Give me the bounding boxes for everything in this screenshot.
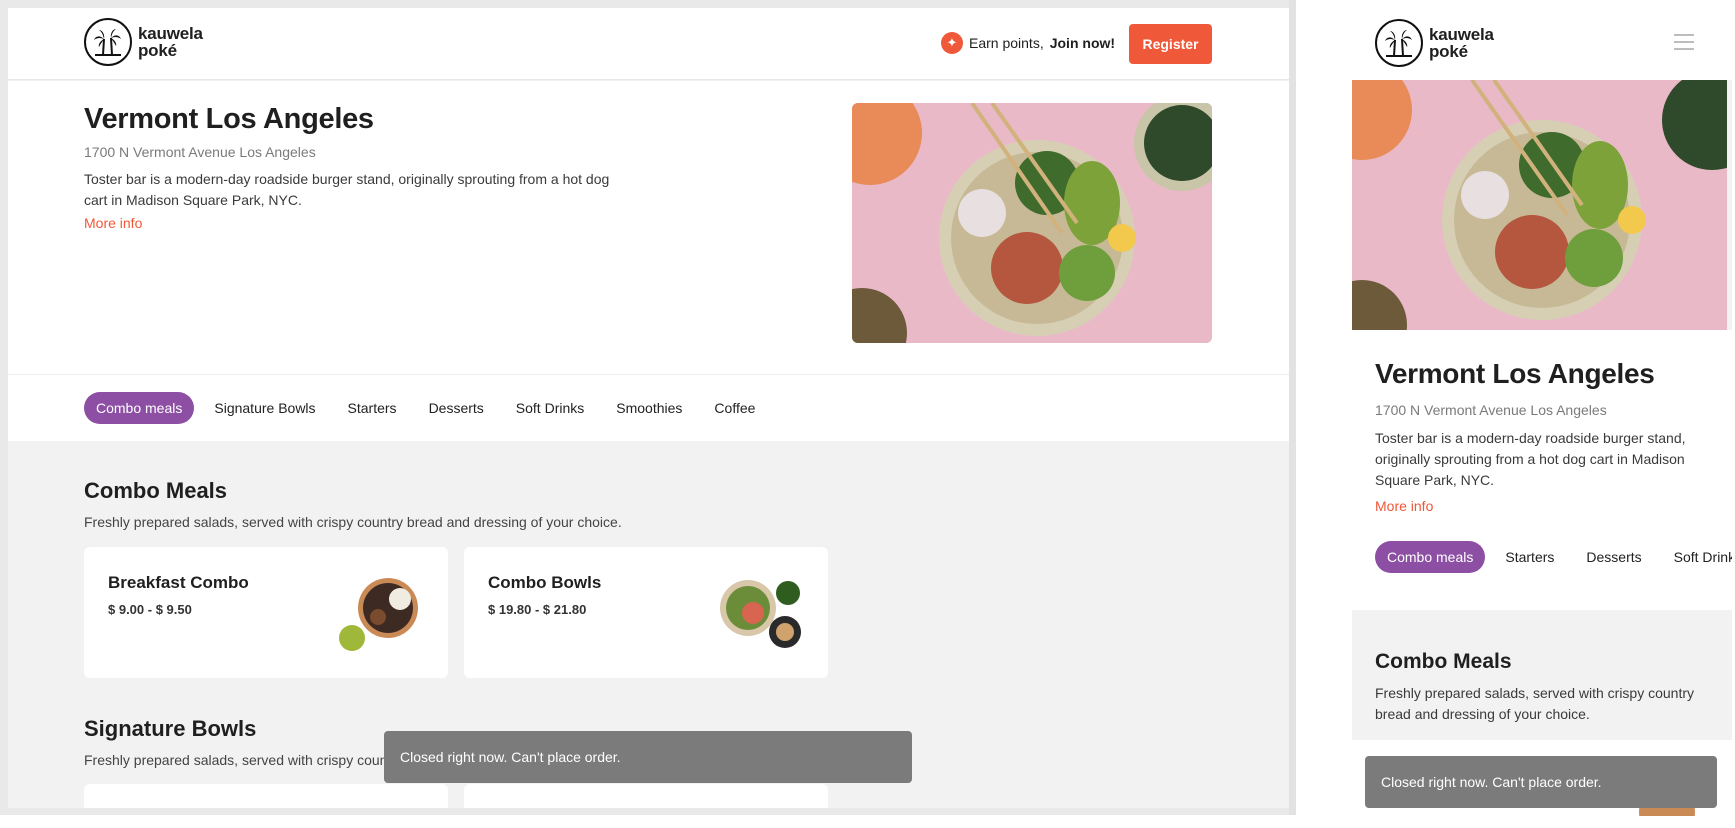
tab-desserts[interactable]: Desserts <box>417 392 496 424</box>
menu-item-card[interactable] <box>464 784 828 808</box>
more-info-link[interactable]: More info <box>84 215 142 231</box>
desktop-bottom-margin <box>0 815 1296 828</box>
tab-starters[interactable]: Starters <box>336 392 409 424</box>
tab-signature-bowls[interactable]: Signature Bowls <box>202 392 327 424</box>
register-button[interactable]: Register <box>1129 24 1212 64</box>
menu-item-price: $ 9.00 - $ 9.50 <box>108 602 192 617</box>
mobile-category-tabs: Combo meals Starters Desserts Soft Drink… <box>1375 541 1732 573</box>
palm-tree-icon <box>1375 19 1423 67</box>
earn-points-promo[interactable]: ✦ Earn points, Join now! <box>941 32 1115 54</box>
section-subtitle-combo-meals: Freshly prepared salads, served with cri… <box>1375 685 1695 722</box>
brand-line-2: poké <box>138 41 177 60</box>
breakfast-combo-image <box>339 578 418 651</box>
section-subtitle-signature-bowls: Freshly prepared salads, served with cri… <box>84 752 384 768</box>
menu-item-card[interactable] <box>84 784 448 808</box>
sparkle-icon: ✦ <box>941 32 963 54</box>
join-now-link[interactable]: Join now! <box>1050 35 1115 51</box>
tab-starters[interactable]: Starters <box>1493 541 1566 573</box>
more-info-link[interactable]: More info <box>1375 498 1433 514</box>
mobile-header: kauwela poké <box>1352 8 1732 80</box>
brand-line-1: kauwela <box>138 24 203 43</box>
earn-points-text: Earn points, <box>969 35 1044 51</box>
section-title-combo-meals: Combo Meals <box>84 478 228 503</box>
tab-soft-drinks[interactable]: Soft Drinks <box>1662 541 1732 573</box>
mobile-store-info: Vermont Los Angeles 1700 N Vermont Avenu… <box>1352 330 1732 610</box>
hamburger-menu-icon[interactable] <box>1674 34 1694 50</box>
store-hero: Vermont Los Angeles 1700 N Vermont Avenu… <box>8 81 1289 375</box>
view-separator <box>1296 0 1348 828</box>
store-address: 1700 N Vermont Avenue Los Angeles <box>84 144 316 160</box>
brand-logo[interactable]: kauwela poké <box>84 18 203 66</box>
brand-line-2: poké <box>1429 42 1468 61</box>
section-title-combo-meals: Combo Meals <box>1375 650 1512 673</box>
mobile-frame: kauwela poké Vermont Los Angeles 1700 N … <box>1352 8 1732 816</box>
tab-coffee[interactable]: Coffee <box>702 392 767 424</box>
menu-item-name: Breakfast Combo <box>108 573 249 592</box>
site-header: kauwela poké ✦ Earn points, Join now! Re… <box>8 8 1289 80</box>
desktop-scrollbar[interactable] <box>1289 0 1296 815</box>
tab-desserts[interactable]: Desserts <box>1574 541 1653 573</box>
palm-tree-icon <box>84 18 132 66</box>
brand-line-1: kauwela <box>1429 25 1494 44</box>
menu-item-card[interactable]: Combo Bowls $ 19.80 - $ 21.80 <box>464 547 828 678</box>
store-address: 1700 N Vermont Avenue Los Angeles <box>1375 402 1607 418</box>
store-description: Toster bar is a modern-day roadside burg… <box>84 171 610 208</box>
menu-item-name: Combo Bowls <box>488 573 602 592</box>
mobile-view: kauwela poké Vermont Los Angeles 1700 N … <box>1348 0 1735 828</box>
menu-item-card[interactable]: Breakfast Combo $ 9.00 - $ 9.50 <box>84 547 448 678</box>
desktop-view: kauwela poké ✦ Earn points, Join now! Re… <box>8 8 1289 808</box>
menu-category-tabs: Combo meals Signature Bowls Starters Des… <box>8 375 1289 441</box>
tab-smoothies[interactable]: Smoothies <box>604 392 694 424</box>
section-subtitle-combo-meals: Freshly prepared salads, served with cri… <box>84 514 622 530</box>
section-title-signature-bowls: Signature Bowls <box>84 716 257 741</box>
store-photo <box>1352 80 1727 330</box>
menu-item-price: $ 19.80 - $ 21.80 <box>488 602 587 617</box>
store-name: Vermont Los Angeles <box>1375 358 1655 389</box>
tab-combo-meals[interactable]: Combo meals <box>1375 541 1486 573</box>
tab-combo-meals[interactable]: Combo meals <box>84 392 195 424</box>
store-description: Toster bar is a modern-day roadside burg… <box>1375 430 1686 488</box>
combo-bowls-image <box>720 580 801 648</box>
closed-toast: Closed right now. Can't place order. <box>1365 756 1717 808</box>
tab-soft-drinks[interactable]: Soft Drinks <box>504 392 596 424</box>
closed-toast: Closed right now. Can't place order. <box>384 731 912 783</box>
store-photo <box>852 103 1212 343</box>
brand-name: kauwela poké <box>138 25 203 59</box>
brand-name: kauwela poké <box>1429 26 1494 60</box>
brand-logo[interactable]: kauwela poké <box>1375 19 1494 67</box>
store-name: Vermont Los Angeles <box>84 103 374 135</box>
